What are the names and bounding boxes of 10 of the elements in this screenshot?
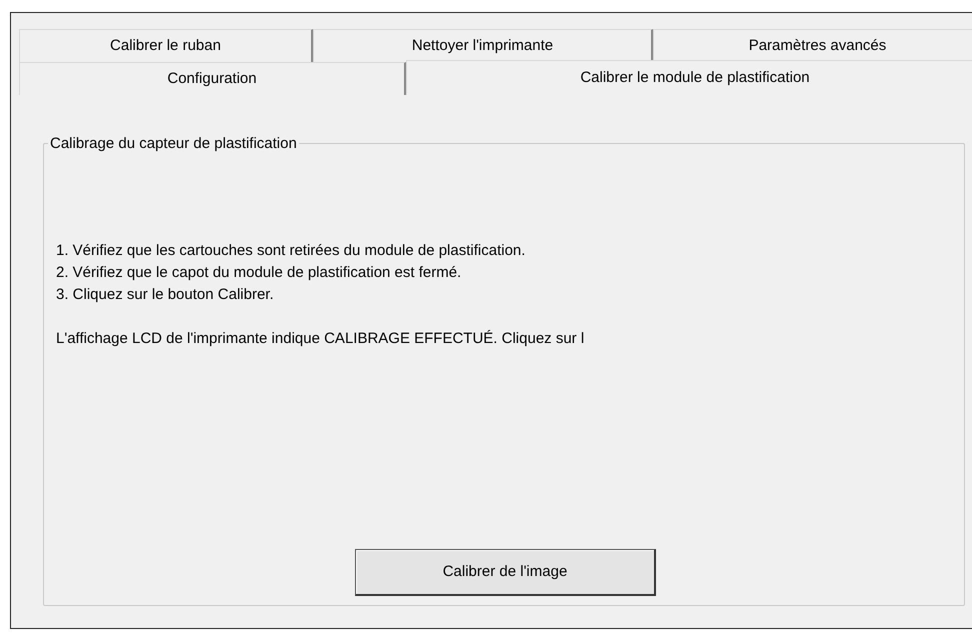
tab[interactable]: Paramètres avancés xyxy=(653,29,972,62)
tab[interactable]: Configuration xyxy=(19,62,406,95)
instruction-note: L'affichage LCD de l'imprimante indique CALIBRAGE EFFECTUÉ. Cliquez sur l xyxy=(56,329,586,349)
tab[interactable]: Calibrer le module de plastification xyxy=(406,60,972,96)
instruction-step: 1. Vérifiez que les cartouches sont retirées du module de plastification. xyxy=(56,240,964,262)
instruction-step: 3. Cliquez sur le bouton Calibrer. xyxy=(56,284,964,306)
instruction-step: 2. Vérifiez que le capot du module de plastification est fermé. xyxy=(56,262,964,284)
tab[interactable]: Calibrer le ruban xyxy=(19,29,313,62)
calibrate-button[interactable]: Calibrer de l'image xyxy=(355,549,656,596)
tab[interactable]: Nettoyer l'imprimante xyxy=(313,29,653,62)
